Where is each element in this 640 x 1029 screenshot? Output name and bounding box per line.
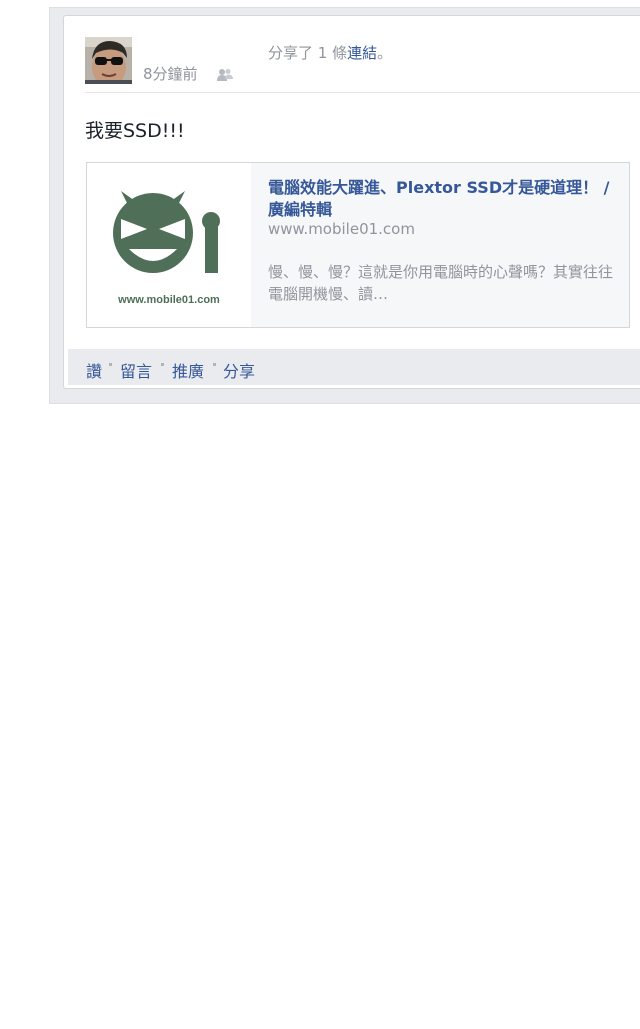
action-separator (109, 363, 112, 366)
friends-icon[interactable] (217, 66, 233, 85)
post-message: 我要SSD!!! (85, 120, 185, 142)
link-preview-image[interactable]: www.mobile01.com (87, 163, 252, 327)
share-suffix: 。 (377, 44, 393, 62)
shared-link[interactable]: 連結 (347, 44, 377, 62)
share-button[interactable]: 分享 (223, 358, 255, 382)
share-prefix: 分享了 1 條 (268, 44, 348, 62)
header-divider (85, 92, 640, 93)
comment-button[interactable]: 留言 (120, 358, 152, 382)
post-card: 8分鐘前 分享了 1 條連結。 我要SSD!!! www.mobile01.co… (63, 15, 640, 389)
link-description: 慢、慢、慢？這就是你用電腦時的心聲嗎？其實往往電腦開機慢、讀… (268, 263, 614, 303)
mobile01-logo: www.mobile01.com (113, 191, 220, 306)
link-preview[interactable]: www.mobile01.com 電腦效能大躍進、Plextor SSD才是硬道… (86, 162, 630, 328)
like-button[interactable]: 讚 (86, 358, 102, 382)
share-description: 分享了 1 條連結。 (268, 42, 392, 63)
link-preview-image-caption: www.mobile01.com (117, 294, 220, 306)
post-timestamp[interactable]: 8分鐘前 (143, 63, 198, 84)
avatar-photo (85, 37, 132, 84)
action-separator (161, 363, 164, 366)
avatar[interactable] (85, 37, 132, 84)
link-domain: www.mobile01.com (268, 220, 415, 238)
action-separator (213, 363, 216, 366)
link-title[interactable]: 電腦效能大躍進、Plextor SSD才是硬道理！ / 廣編特輯 (268, 177, 618, 221)
link-preview-text[interactable]: 電腦效能大躍進、Plextor SSD才是硬道理！ / 廣編特輯 www.mob… (251, 163, 629, 327)
promote-button[interactable]: 推廣 (172, 358, 204, 382)
post-action-bar: 讚 留言 推廣 分享 (68, 349, 640, 385)
